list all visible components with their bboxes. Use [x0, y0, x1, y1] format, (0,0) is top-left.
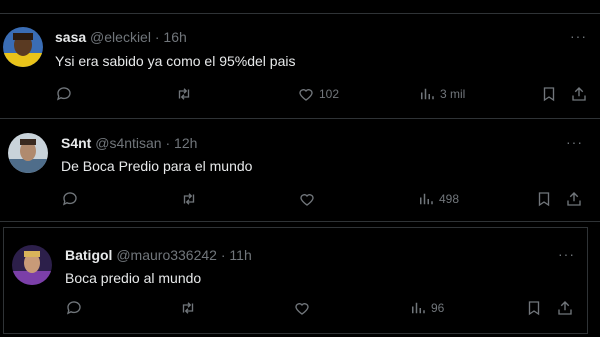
tweet-text: Ysi era sabido ya como el 95%del pais: [55, 53, 296, 69]
reply-icon: [56, 87, 71, 101]
share-icon: [572, 87, 586, 101]
reply-button[interactable]: [65, 298, 83, 318]
more-icon[interactable]: ···: [566, 134, 583, 150]
bookmark-icon: [528, 301, 540, 316]
bookmark-button[interactable]: [540, 84, 558, 104]
avatar[interactable]: [12, 245, 52, 285]
like-button[interactable]: 102: [297, 84, 339, 104]
view-count: 96: [431, 301, 445, 315]
share-icon: [567, 192, 581, 206]
bookmark-icon: [538, 192, 550, 207]
reply-icon: [62, 192, 77, 206]
more-icon[interactable]: ···: [570, 28, 587, 44]
like-icon: [300, 194, 314, 206]
avatar[interactable]: [8, 133, 48, 173]
author-handle[interactable]: @s4ntisan: [95, 135, 161, 151]
like-icon: [295, 303, 309, 315]
views-button[interactable]: 3 mil: [418, 84, 465, 104]
views-icon: [420, 193, 433, 205]
timestamp[interactable]: 12h: [174, 135, 197, 151]
views-button[interactable]: 96: [409, 298, 444, 318]
views-icon: [412, 302, 425, 314]
bookmark-button[interactable]: [535, 189, 553, 209]
tweet[interactable]: Batigol @mauro336242 · 11h ··· Boca pred…: [3, 227, 588, 334]
retweet-button[interactable]: [180, 189, 198, 209]
bookmark-icon: [543, 87, 555, 102]
tweet[interactable]: S4nt @s4ntisan · 12h ··· De Boca Predio …: [0, 118, 600, 222]
separator: ·: [154, 29, 160, 45]
tweet-text: De Boca Predio para el mundo: [61, 158, 253, 174]
reply-button[interactable]: [55, 84, 73, 104]
like-icon: [299, 89, 313, 101]
timestamp[interactable]: 11h: [229, 247, 251, 263]
more-icon[interactable]: ···: [558, 246, 575, 262]
share-button[interactable]: [570, 84, 588, 104]
author-name[interactable]: S4nt: [61, 135, 91, 151]
like-count: 102: [319, 87, 340, 101]
author-name[interactable]: sasa: [55, 29, 86, 45]
timestamp[interactable]: 16h: [163, 29, 186, 45]
tweet-text: Boca predio al mundo: [65, 270, 202, 286]
bookmark-button[interactable]: [525, 298, 543, 318]
views-button[interactable]: 498: [417, 189, 459, 209]
share-button[interactable]: [565, 189, 583, 209]
author-handle[interactable]: @mauro336242: [116, 247, 217, 263]
author-handle[interactable]: @eleckiel: [90, 29, 151, 45]
share-button[interactable]: [556, 298, 574, 318]
retweet-button[interactable]: [179, 298, 197, 318]
retweet-icon: [178, 88, 190, 100]
reply-button[interactable]: [61, 189, 79, 209]
view-count: 3 mil: [440, 87, 466, 101]
reply-icon: [66, 301, 81, 315]
like-button[interactable]: [298, 189, 320, 209]
separator: ·: [220, 247, 226, 263]
like-button[interactable]: [293, 298, 315, 318]
avatar[interactable]: [3, 27, 43, 67]
tweet[interactable]: sasa @eleckiel · 16h ··· Ysi era sabido …: [0, 13, 600, 118]
retweet-icon: [183, 193, 195, 205]
separator: ·: [165, 135, 171, 151]
share-icon: [558, 301, 572, 315]
retweet-button[interactable]: [175, 84, 193, 104]
view-count: 498: [439, 192, 460, 206]
author-name[interactable]: Batigol: [65, 247, 112, 263]
views-icon: [421, 88, 434, 100]
retweet-icon: [182, 302, 194, 314]
